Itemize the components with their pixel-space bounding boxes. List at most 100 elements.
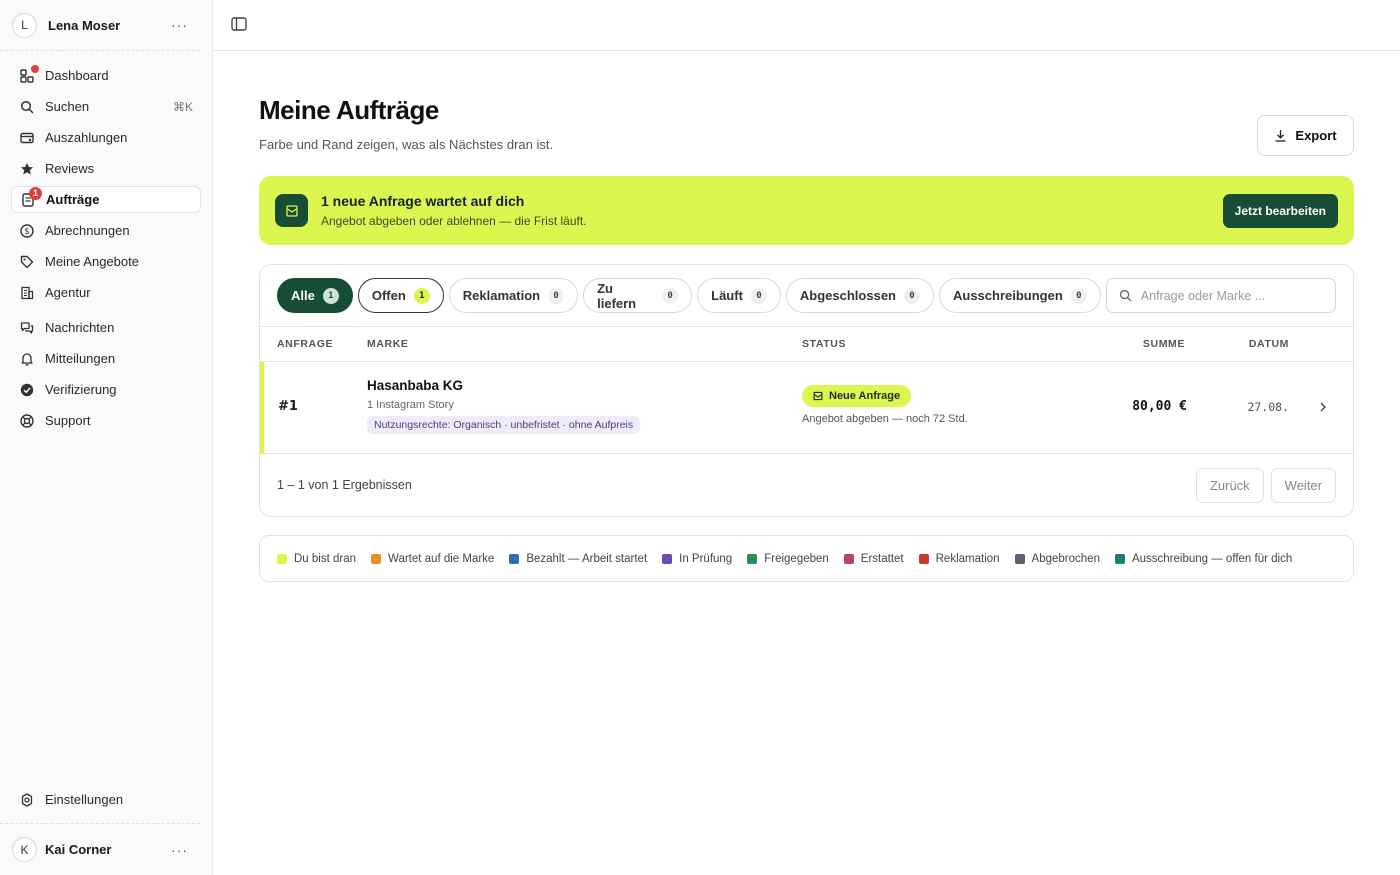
filter-tab-offen[interactable]: Offen 1 bbox=[357, 278, 444, 313]
bell-icon bbox=[19, 351, 35, 367]
check-circle-icon bbox=[19, 382, 35, 398]
column-header-datum[interactable]: DATUM bbox=[1249, 338, 1289, 350]
star-icon bbox=[19, 161, 35, 177]
legend-swatch bbox=[277, 553, 287, 564]
legend-item: Wartet auf die Marke bbox=[371, 553, 494, 565]
account-name: Lena Moser bbox=[48, 17, 121, 33]
sidebar-item-support[interactable]: Support bbox=[11, 407, 201, 434]
status-label: Neue Anfrage bbox=[829, 390, 901, 402]
search-icon bbox=[1119, 289, 1132, 302]
filter-tab-reklamation[interactable]: Reklamation 0 bbox=[448, 278, 579, 313]
sidebar-item-label: Aufträge bbox=[46, 192, 100, 207]
more-icon[interactable]: ··· bbox=[171, 17, 188, 33]
status-badge: Neue Anfrage bbox=[802, 385, 912, 407]
deliverable: 1 Instagram Story bbox=[367, 399, 454, 411]
table-row[interactable]: #1 Hasanbaba KG 1 Instagram Story Nutzun… bbox=[260, 362, 1353, 454]
sidebar-item-label: Support bbox=[45, 413, 91, 428]
sidebar-toggle-icon[interactable] bbox=[231, 16, 247, 34]
status-hint: Angebot abgeben — noch 72 Std. bbox=[802, 413, 968, 425]
legend-label: Wartet auf die Marke bbox=[388, 552, 495, 565]
sidebar-item-label: Einstellungen bbox=[45, 792, 124, 807]
filter-bar: Alle 1 Offen 1 Reklamation 0 Zu liefern … bbox=[260, 265, 1353, 327]
legend-label: In Prüfung bbox=[679, 552, 733, 565]
legend-label: Erstattet bbox=[860, 552, 904, 565]
sidebar-item-nachrichten[interactable]: Nachrichten bbox=[11, 314, 201, 341]
table-header: ANFRAGE MARKE STATUS SUMME DATUM bbox=[260, 327, 1353, 362]
search-field[interactable] bbox=[1105, 278, 1336, 313]
sidebar-item-label: Abrechnungen bbox=[45, 223, 130, 238]
legend-label: Abgebrochen bbox=[1031, 552, 1100, 565]
sidebar-item-dashboard[interactable]: Dashboard bbox=[11, 62, 201, 89]
search-input[interactable] bbox=[1140, 288, 1321, 303]
payout-icon bbox=[19, 130, 35, 146]
filter-tab-laeuft[interactable]: Läuft 0 bbox=[697, 278, 781, 313]
filter-count: 0 bbox=[750, 287, 767, 304]
sidebar-item-label: Nachrichten bbox=[45, 320, 115, 335]
previous-page-button[interactable]: Zurück bbox=[1195, 467, 1264, 503]
filter-label: Reklamation bbox=[462, 288, 541, 303]
legend-item: Freigegeben bbox=[747, 553, 829, 565]
sidebar-item-meine-angebote[interactable]: Meine Angebote bbox=[11, 248, 201, 275]
user-menu[interactable]: K Kai Corner ··· bbox=[0, 823, 200, 875]
download-icon bbox=[1275, 130, 1286, 142]
legend-swatch bbox=[1114, 553, 1125, 564]
legend-swatch bbox=[371, 553, 382, 564]
filter-tab-ausschreibungen[interactable]: Ausschreibungen 0 bbox=[939, 278, 1101, 313]
legend-item: In Prüfung bbox=[662, 553, 732, 565]
orders-panel: Alle 1 Offen 1 Reklamation 0 Zu liefern … bbox=[259, 264, 1354, 517]
more-icon[interactable]: ··· bbox=[171, 842, 188, 858]
sidebar-item-search[interactable]: Suchen ⌘K bbox=[11, 93, 201, 120]
sidebar-item-einstellungen[interactable]: Einstellungen bbox=[11, 786, 201, 813]
filter-tab-alle[interactable]: Alle 1 bbox=[277, 278, 353, 313]
result-count: 1 – 1 von 1 Ergebnissen bbox=[277, 478, 412, 492]
sidebar-item-reviews[interactable]: Reviews bbox=[11, 155, 201, 182]
status-cell: Neue Anfrage Angebot abgeben — noch 72 S… bbox=[802, 385, 968, 425]
column-header-status[interactable]: STATUS bbox=[802, 338, 846, 350]
filter-tab-zu-liefern[interactable]: Zu liefern 0 bbox=[583, 278, 693, 313]
chat-icon bbox=[19, 320, 35, 336]
legend-item: Bezahlt — Arbeit startet bbox=[509, 553, 647, 565]
filter-tab-abgeschlossen[interactable]: Abgeschlossen 0 bbox=[785, 278, 934, 313]
sidebar-item-auszahlungen[interactable]: Auszahlungen bbox=[11, 124, 201, 151]
export-button[interactable]: Export bbox=[1257, 115, 1354, 156]
filter-label: Ausschreibungen bbox=[953, 288, 1063, 303]
page-subtitle: Farbe und Rand zeigen, was als Nächstes … bbox=[259, 137, 554, 152]
mail-icon bbox=[813, 391, 823, 401]
sidebar-item-agentur[interactable]: Agentur bbox=[11, 279, 201, 306]
sidebar-item-label: Meine Angebote bbox=[45, 254, 139, 269]
legend-item: Du bist dran bbox=[277, 553, 356, 565]
banner-subtitle: Angebot abgeben oder ablehnen — die Fris… bbox=[321, 214, 587, 228]
process-now-button[interactable]: Jetzt bearbeiten bbox=[1222, 193, 1338, 228]
legend-swatch bbox=[1014, 553, 1025, 564]
avatar: K bbox=[12, 837, 37, 862]
filter-label: Abgeschlossen bbox=[799, 288, 896, 303]
sidebar-item-abrechnungen[interactable]: $ Abrechnungen bbox=[11, 217, 201, 244]
filter-label: Alle bbox=[291, 288, 315, 303]
pagination: 1 – 1 von 1 Ergebnissen Zurück Weiter bbox=[260, 454, 1353, 516]
column-header-marke[interactable]: MARKE bbox=[367, 338, 409, 350]
legend-item: Ausschreibung — offen für dich bbox=[1114, 553, 1292, 565]
brand-name: Hasanbaba KG bbox=[367, 378, 464, 393]
account-switcher[interactable]: L Lena Moser ··· bbox=[0, 0, 200, 51]
sidebar-item-auftraege[interactable]: 1 Aufträge bbox=[11, 186, 201, 213]
brand-cell: Hasanbaba KG 1 Instagram Story Nutzungsr… bbox=[367, 378, 641, 434]
legend-item: Reklamation bbox=[918, 553, 1000, 565]
filter-count: 0 bbox=[548, 287, 565, 304]
column-header-anfrage[interactable]: ANFRAGE bbox=[277, 338, 333, 350]
gear-icon bbox=[19, 792, 35, 808]
new-request-banner: 1 neue Anfrage wartet auf dich Angebot a… bbox=[259, 176, 1354, 245]
sidebar-item-mitteilungen[interactable]: Mitteilungen bbox=[11, 345, 201, 372]
next-page-button[interactable]: Weiter bbox=[1270, 467, 1336, 503]
legend-label: Freigegeben bbox=[764, 552, 829, 565]
sidebar-item-label: Agentur bbox=[45, 285, 91, 300]
orders-icon: 1 bbox=[20, 186, 42, 208]
chevron-right-icon[interactable] bbox=[1319, 399, 1327, 415]
avatar: L bbox=[12, 12, 37, 38]
column-header-summe[interactable]: SUMME bbox=[1143, 338, 1185, 350]
tag-icon bbox=[19, 254, 35, 270]
mail-icon bbox=[275, 194, 308, 227]
sidebar-item-label: Auszahlungen bbox=[45, 130, 128, 145]
sidebar-item-label: Verifizierung bbox=[45, 382, 117, 397]
sidebar-item-verifizierung[interactable]: Verifizierung bbox=[11, 376, 201, 403]
status-legend: Du bist dran Wartet auf die Marke Bezahl… bbox=[259, 535, 1354, 582]
